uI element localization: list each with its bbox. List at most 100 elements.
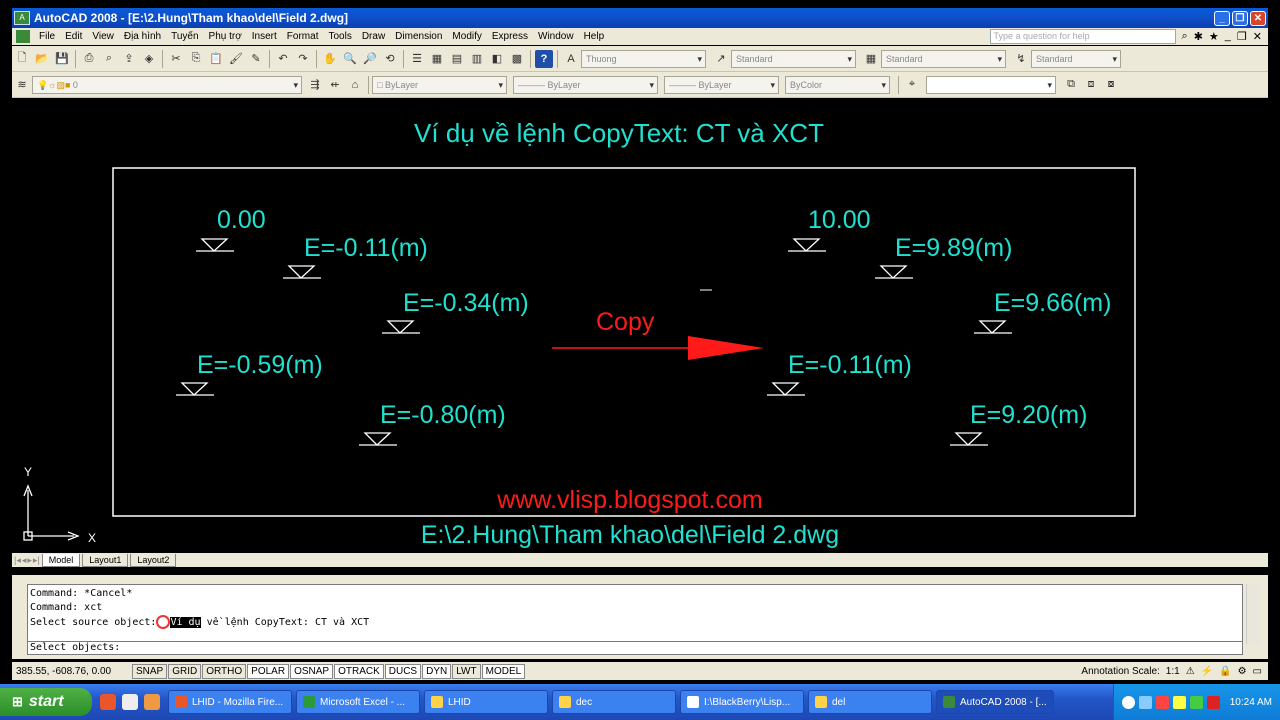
- text-style-dropdown[interactable]: Thuong: [581, 49, 706, 68]
- safely-remove-icon[interactable]: [1189, 695, 1203, 709]
- copy-arrow-head[interactable]: [688, 336, 764, 360]
- clock[interactable]: 10:24 AM: [1230, 697, 1272, 708]
- level-symbol[interactable]: [974, 320, 1012, 334]
- tool-palettes-icon[interactable]: ▤: [448, 50, 466, 68]
- menu-edit[interactable]: Edit: [60, 31, 87, 42]
- color-dropdown[interactable]: □ ByLayer: [372, 75, 507, 94]
- match-properties-icon[interactable]: 🖌: [227, 50, 245, 68]
- level-symbol[interactable]: [382, 320, 420, 334]
- level-symbol[interactable]: [788, 238, 826, 252]
- task-blackberry-lisp[interactable]: I:\BlackBerry\Lisp...: [680, 690, 804, 714]
- drawing-area[interactable]: Ví dụ về lệnh CopyText: CT và XCT 0.00 E…: [12, 98, 1268, 553]
- media-icon[interactable]: [144, 694, 160, 710]
- tray-settings-icon[interactable]: ⚙: [1238, 666, 1247, 677]
- last-tab-icon[interactable]: ▸|: [33, 555, 40, 566]
- menu-help[interactable]: Help: [579, 31, 610, 42]
- camera-icon[interactable]: ⧉: [1062, 76, 1080, 94]
- zoom-window-icon[interactable]: 🔎: [361, 50, 379, 68]
- redo-icon[interactable]: ↷: [294, 50, 312, 68]
- level-symbol[interactable]: [875, 265, 913, 279]
- search-icon[interactable]: ⌕: [1182, 30, 1188, 43]
- task-firefox[interactable]: LHID - Mozilla Fire...: [168, 690, 292, 714]
- properties-icon[interactable]: ☰: [408, 50, 426, 68]
- coordinates-readout[interactable]: 385.55, -608.76, 0.00: [12, 666, 132, 677]
- left-label-5[interactable]: E=-0.80(m): [380, 401, 506, 429]
- help-search-input[interactable]: Type a question for help: [989, 29, 1176, 44]
- tab-layout1[interactable]: Layout1: [82, 553, 129, 567]
- linetype-dropdown[interactable]: ——— ByLayer: [513, 75, 658, 94]
- communication-center-icon[interactable]: ✱: [1194, 30, 1203, 43]
- osnap-toggle[interactable]: OSNAP: [290, 663, 334, 679]
- tray-arrow-icon[interactable]: [1121, 695, 1135, 709]
- menu-draw[interactable]: Draw: [357, 31, 390, 42]
- text-style-icon[interactable]: A: [562, 50, 580, 68]
- sheet-set-icon[interactable]: ▥: [468, 50, 486, 68]
- menu-dimension[interactable]: Dimension: [390, 31, 447, 42]
- battery-icon[interactable]: [1172, 695, 1186, 709]
- website-text[interactable]: www.vlisp.blogspot.com: [496, 486, 762, 514]
- calculator-icon[interactable]: ▩: [508, 50, 526, 68]
- start-button[interactable]: ⊞ start: [0, 688, 92, 716]
- menu-insert[interactable]: Insert: [247, 31, 282, 42]
- mleader-style-dropdown[interactable]: Standard: [1031, 49, 1121, 68]
- new-icon[interactable]: 🗋: [13, 50, 31, 68]
- file-path-text[interactable]: E:\2.Hung\Tham khao\del\Field 2.dwg: [421, 521, 839, 549]
- antivirus-icon[interactable]: [1155, 695, 1169, 709]
- task-excel[interactable]: Microsoft Excel - ...: [296, 690, 420, 714]
- auto-scale-icon[interactable]: ⚡: [1201, 666, 1213, 677]
- design-center-icon[interactable]: ▦: [428, 50, 446, 68]
- menu-format[interactable]: Format: [282, 31, 324, 42]
- layer-states-icon[interactable]: ⌂: [346, 76, 364, 94]
- drawing-heading[interactable]: Ví dụ về lệnh CopyText: CT và XCT: [414, 118, 824, 148]
- autocad-icon[interactable]: A: [14, 11, 30, 25]
- layer-dropdown[interactable]: 💡☼▨■ 0: [32, 75, 302, 94]
- left-label-2[interactable]: E=-0.11(m): [304, 234, 428, 262]
- level-symbol[interactable]: [283, 265, 321, 279]
- undo-icon[interactable]: ↶: [274, 50, 292, 68]
- markup-icon[interactable]: ◧: [488, 50, 506, 68]
- lineweight-dropdown[interactable]: ——— ByLayer: [664, 75, 779, 94]
- 3d-dwf-icon[interactable]: ◈: [140, 50, 158, 68]
- make-current-layer-icon[interactable]: ⇶: [306, 76, 324, 94]
- v-app-icon[interactable]: [1206, 695, 1220, 709]
- command-scrollbar[interactable]: [1246, 584, 1260, 644]
- messenger-icon[interactable]: [122, 694, 138, 710]
- left-label-1[interactable]: 0.00: [217, 206, 266, 234]
- drawing-canvas[interactable]: Ví dụ về lệnh CopyText: CT và XCT 0.00 E…: [12, 98, 1268, 553]
- cut-icon[interactable]: ✂: [167, 50, 185, 68]
- tab-layout2[interactable]: Layout2: [130, 553, 177, 567]
- doc-minimize-icon[interactable]: _: [1225, 30, 1231, 43]
- grid-toggle[interactable]: GRID: [168, 663, 202, 679]
- menu-view[interactable]: View: [87, 31, 119, 42]
- zoom-realtime-icon[interactable]: 🔍: [341, 50, 359, 68]
- menu-window[interactable]: Window: [533, 31, 579, 42]
- mleader-style-icon[interactable]: ↯: [1012, 50, 1030, 68]
- favorites-icon[interactable]: ★: [1209, 30, 1219, 43]
- menu-modify[interactable]: Modify: [447, 31, 486, 42]
- task-lhid-folder[interactable]: LHID: [424, 690, 548, 714]
- menu-file[interactable]: File: [34, 31, 60, 42]
- command-history[interactable]: Command: *Cancel* Command: xct Select so…: [27, 584, 1243, 644]
- lwt-toggle[interactable]: LWT: [452, 663, 481, 679]
- prev-tab-icon[interactable]: ◂: [22, 555, 27, 566]
- close-button[interactable]: ✕: [1250, 10, 1266, 26]
- task-autocad[interactable]: AutoCAD 2008 - [...: [936, 690, 1054, 714]
- qselect-icon[interactable]: ⌖: [903, 76, 921, 94]
- block-editor-icon[interactable]: ✎: [247, 50, 265, 68]
- view-manager-icon[interactable]: ⧈: [1082, 76, 1100, 94]
- dyn-toggle[interactable]: DYN: [422, 663, 452, 679]
- annotation-visibility-icon[interactable]: ⚠: [1186, 666, 1195, 677]
- clean-screen-icon[interactable]: ▭: [1253, 666, 1262, 677]
- layer-manager-icon[interactable]: ≋: [13, 76, 31, 94]
- viewport-icon[interactable]: ⧇: [1102, 76, 1120, 94]
- document-icon[interactable]: [16, 30, 30, 43]
- level-symbol[interactable]: [196, 238, 234, 252]
- open-icon[interactable]: 📂: [33, 50, 51, 68]
- plot-preview-icon[interactable]: ⌕: [100, 50, 118, 68]
- firefox-icon[interactable]: [100, 694, 116, 710]
- copy-label[interactable]: Copy: [596, 308, 655, 336]
- pan-icon[interactable]: ✋: [321, 50, 339, 68]
- right-label-1[interactable]: 10.00: [808, 206, 871, 234]
- task-dec-folder[interactable]: dec: [552, 690, 676, 714]
- paste-icon[interactable]: 📋: [207, 50, 225, 68]
